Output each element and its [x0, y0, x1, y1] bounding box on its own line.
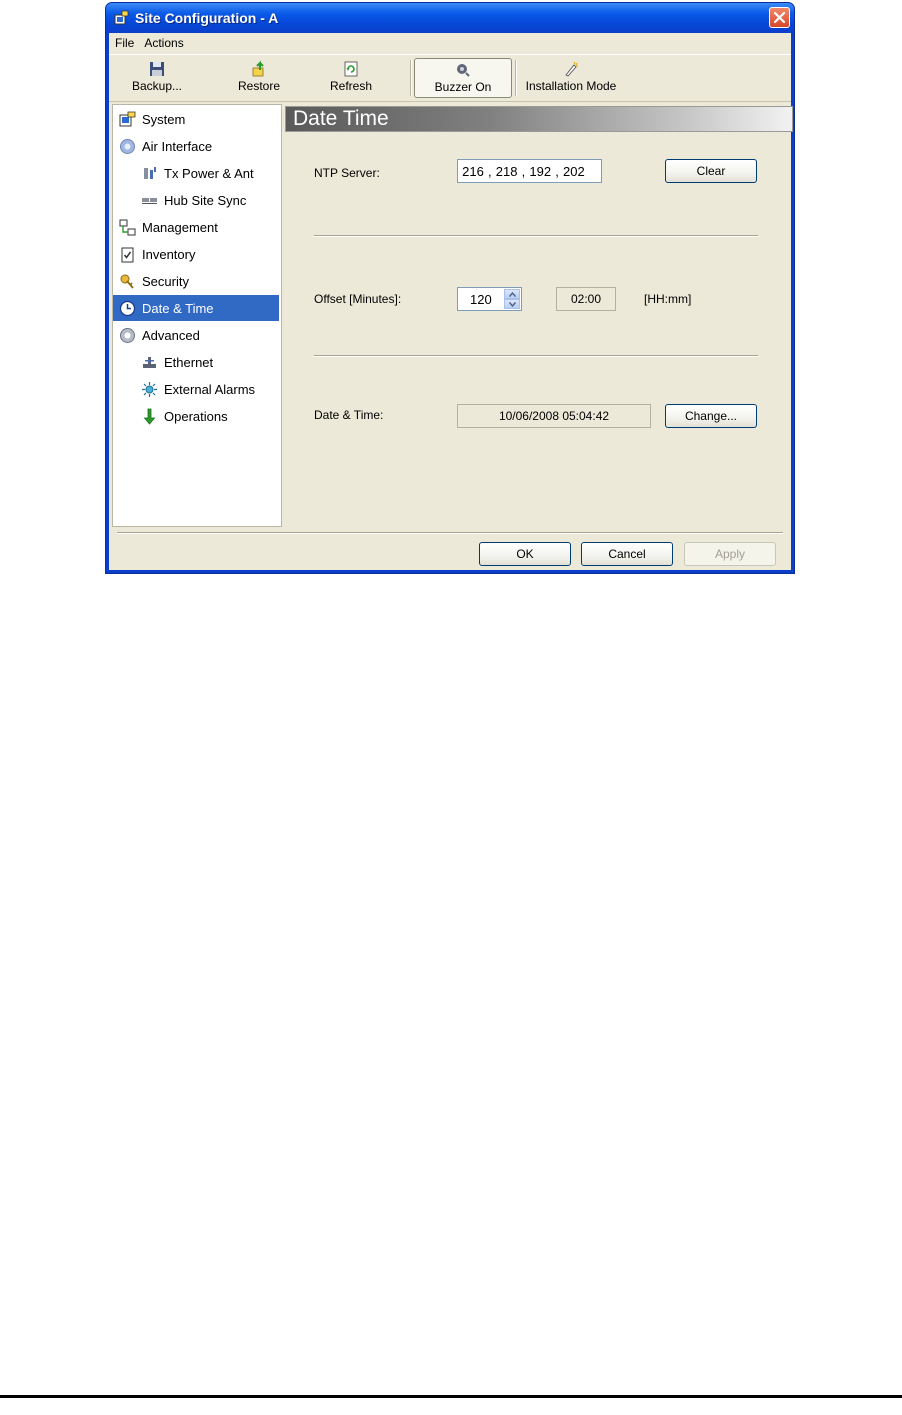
- ok-button[interactable]: OK: [479, 542, 571, 566]
- nav-item-ethernet[interactable]: Ethernet: [113, 349, 213, 375]
- date-time-panel: Date Time NTP Server: 216 , 218 , 192 , …: [285, 104, 793, 527]
- external-alarms-icon: [142, 381, 157, 397]
- site-configuration-window: Site Configuration - A File Actions Back…: [105, 2, 795, 574]
- refresh-label: Refresh: [329, 79, 373, 93]
- date-time-label: Date & Time:: [314, 408, 384, 422]
- buzzer-on-button[interactable]: Buzzer On: [414, 58, 512, 98]
- offset-minutes-value: 120: [470, 292, 492, 307]
- nav-item-air-interface[interactable]: Air Interface: [113, 133, 212, 159]
- refresh-icon: [344, 61, 358, 77]
- ntp-octet-1: 216: [462, 163, 484, 179]
- clock-icon: [119, 300, 136, 316]
- nav-item-operations[interactable]: Operations: [113, 403, 228, 429]
- nav-item-label: Management: [142, 219, 218, 235]
- buzzer-icon: [457, 64, 470, 77]
- nav-item-label: Tx Power & Ant: [164, 165, 254, 181]
- nav-item-label: External Alarms: [164, 381, 256, 397]
- stepper-buttons: [504, 289, 520, 309]
- close-button[interactable]: [769, 7, 790, 28]
- panel-header: Date Time: [285, 106, 793, 132]
- offset-unit-label: [HH:mm]: [644, 292, 692, 306]
- page-bottom-rule: [0, 1395, 902, 1398]
- section-divider: [314, 355, 758, 357]
- ntp-octet-2: 218: [495, 163, 518, 179]
- buzzer-label: Buzzer On: [434, 80, 492, 94]
- nav-item-label: System: [142, 111, 186, 127]
- ethernet-icon: [143, 356, 156, 368]
- close-icon: [774, 12, 785, 23]
- nav-item-hub-site-sync[interactable]: Hub Site Sync: [113, 187, 246, 213]
- nav-item-label: Hub Site Sync: [164, 192, 247, 208]
- nav-item-management[interactable]: Management: [113, 214, 218, 240]
- security-icon: [120, 274, 134, 289]
- floppy-disk-icon: [150, 62, 164, 76]
- navigation-tree: System Air Interface Tx Power & Ant Hub Sit…: [112, 104, 282, 527]
- ntp-octet-4: 202: [563, 163, 585, 179]
- stepper-down-button[interactable]: [504, 299, 520, 309]
- section-divider: [314, 235, 758, 237]
- apply-button[interactable]: Apply: [684, 542, 776, 566]
- offset-minutes-stepper[interactable]: 120: [457, 287, 522, 311]
- menu-bar: File Actions: [109, 33, 791, 53]
- offset-label: Offset [Minutes]:: [314, 292, 402, 306]
- refresh-button[interactable]: Refresh: [321, 58, 381, 98]
- ntp-server-label: NTP Server:: [314, 166, 380, 180]
- backup-button[interactable]: Backup...: [127, 58, 187, 98]
- system-icon: [119, 111, 136, 126]
- site-config-icon: [114, 10, 129, 25]
- backup-label: Backup...: [131, 79, 183, 93]
- nav-item-label: Advanced: [142, 327, 200, 343]
- nav-item-label: Operations: [164, 408, 228, 424]
- footer-divider: [117, 532, 783, 534]
- nav-item-label: Date & Time: [142, 300, 214, 316]
- toolbar-separator: [410, 60, 412, 96]
- title-bar[interactable]: Site Configuration - A: [106, 3, 794, 33]
- change-button[interactable]: Change...: [665, 404, 757, 428]
- nav-item-tx-power-and-ant[interactable]: Tx Power & Ant: [113, 160, 254, 186]
- nav-item-security[interactable]: Security: [113, 268, 189, 294]
- ntp-server-input[interactable]: 216 , 218 , 192 , 202: [457, 159, 602, 183]
- restore-label: Restore: [237, 79, 281, 93]
- offset-hhmm-display: 02:00: [556, 287, 616, 311]
- hub-site-sync-icon: [142, 197, 157, 204]
- nav-item-inventory[interactable]: Inventory: [113, 241, 195, 267]
- management-icon: [119, 219, 136, 235]
- menu-file[interactable]: File: [111, 36, 138, 50]
- restore-icon: [252, 60, 264, 77]
- ntp-octet-3: 192: [529, 163, 552, 179]
- advanced-icon: [120, 327, 135, 343]
- toolbar: Backup... Restore Refresh Buzzer On Inst…: [109, 54, 791, 102]
- nav-item-date-and-time[interactable]: Date & Time: [113, 295, 279, 321]
- date-time-display: 10/06/2008 05:04:42: [457, 404, 651, 428]
- toolbar-separator: [515, 60, 517, 96]
- nav-item-external-alarms[interactable]: External Alarms: [113, 376, 255, 402]
- nav-item-label: Inventory: [142, 246, 196, 262]
- installation-mode-icon: [565, 61, 578, 77]
- inventory-icon: [121, 247, 134, 262]
- window-title: Site Configuration - A: [135, 10, 279, 26]
- installation-mode-button[interactable]: Installation Mode: [521, 58, 621, 98]
- operations-icon: [143, 408, 156, 425]
- nav-item-label: Ethernet: [164, 354, 214, 370]
- chevron-down-icon: [508, 301, 516, 307]
- cancel-button[interactable]: Cancel: [581, 542, 673, 566]
- clear-button[interactable]: Clear: [665, 159, 757, 183]
- stepper-up-button[interactable]: [504, 289, 520, 299]
- nav-item-label: Air Interface: [142, 138, 213, 154]
- air-interface-icon: [120, 138, 135, 154]
- tx-power-icon: [144, 166, 156, 179]
- window-client-area: File Actions Backup... Restore Refresh B…: [109, 33, 793, 570]
- menu-actions[interactable]: Actions: [140, 36, 187, 50]
- nav-item-system[interactable]: System: [113, 106, 185, 132]
- restore-button[interactable]: Restore: [229, 58, 289, 98]
- installation-mode-label: Installation Mode: [525, 79, 617, 93]
- nav-item-label: Security: [142, 273, 189, 289]
- nav-item-advanced[interactable]: Advanced: [113, 322, 200, 348]
- chevron-up-icon: [508, 291, 516, 297]
